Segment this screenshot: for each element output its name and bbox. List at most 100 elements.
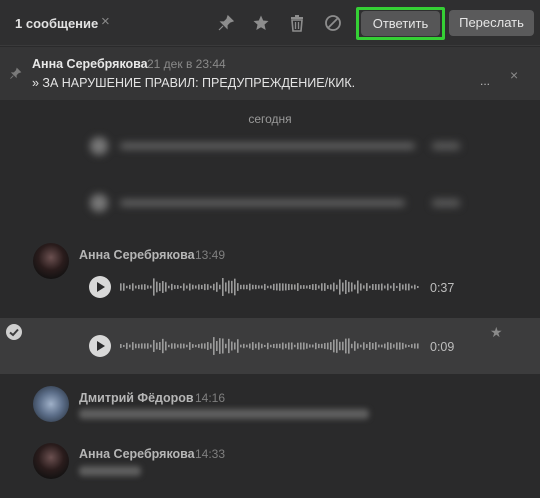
waveform-bar (222, 278, 224, 296)
voice-duration: 0:37 (430, 281, 455, 295)
waveform-bar (336, 284, 338, 290)
waveform-bar (174, 343, 176, 349)
waveform-bar (234, 342, 236, 350)
voice-duration: 0:09 (430, 340, 455, 354)
waveform-bar (282, 283, 284, 291)
waveform-bar (225, 282, 227, 292)
waveform-bar (366, 283, 368, 291)
waveform-bar (303, 285, 305, 289)
waveform-bar (339, 341, 341, 351)
waveform-bar (372, 343, 374, 349)
waveform-bar (396, 285, 398, 289)
waveform-bar (333, 339, 335, 353)
avatar[interactable] (33, 443, 69, 479)
waveform-bar (321, 283, 323, 291)
waveform-bar (414, 343, 416, 349)
reply-button[interactable]: Ответить (361, 11, 440, 36)
waveform-bar (165, 282, 167, 292)
trash-icon[interactable] (288, 14, 306, 32)
waveform-bar (315, 283, 317, 291)
waveform-bar (378, 344, 380, 348)
pinned-author[interactable]: Анна Серебрякова (32, 57, 148, 71)
waveform-bar (177, 344, 179, 348)
check-icon[interactable] (6, 324, 22, 340)
waveform-bar (243, 284, 245, 290)
waveform-bar (135, 285, 137, 289)
block-icon[interactable] (324, 14, 342, 32)
clear-selection-icon[interactable]: × (101, 14, 110, 30)
pinned-message[interactable] (0, 47, 540, 100)
play-button[interactable] (89, 276, 111, 298)
star-icon[interactable] (252, 14, 270, 32)
waveform-bar (168, 344, 170, 348)
waveform-bar (306, 285, 308, 289)
waveform-bar (300, 285, 302, 289)
pinned-date: 21 дек в 23:44 (147, 57, 226, 71)
waveform-bar (345, 280, 347, 294)
message-author[interactable]: Анна Серебрякова (79, 248, 195, 262)
waveform-bar (369, 342, 371, 350)
waveform-bar (162, 338, 164, 354)
waveform-bar (264, 283, 266, 291)
waveform-bar (405, 344, 407, 348)
waveform-bar (198, 284, 200, 290)
waveform-bar (183, 283, 185, 291)
waveform-bar (291, 342, 293, 350)
waveform-bar (219, 284, 221, 290)
waveform-bar (318, 285, 320, 289)
waveform-bar (216, 282, 218, 292)
waveform-bar (261, 343, 263, 349)
waveform-bar (267, 342, 269, 350)
unpin-close-icon[interactable]: × (510, 67, 518, 83)
waveform-bar (363, 285, 365, 289)
avatar[interactable] (33, 386, 69, 422)
waveform-bar (258, 285, 260, 289)
waveform-bar (171, 283, 173, 291)
message-author[interactable]: Дмитрий Фёдоров (79, 391, 194, 405)
waveform-bar (132, 283, 134, 291)
waveform-bar (321, 343, 323, 349)
waveform-bar (387, 283, 389, 291)
message-author[interactable]: Анна Серебрякова (79, 447, 195, 461)
waveform-bar (153, 278, 155, 296)
waveform-bar (201, 343, 203, 349)
waveform-bar (378, 284, 380, 290)
waveform-bar (210, 343, 212, 349)
pin-icon[interactable] (217, 14, 235, 32)
waveform-bar (120, 344, 122, 348)
voice-waveform[interactable] (120, 335, 420, 357)
waveform-bar (255, 343, 257, 349)
play-button[interactable] (89, 335, 111, 357)
waveform-bar (372, 284, 374, 290)
waveform-bar (264, 344, 266, 348)
pinned-text: » ЗА НАРУШЕНИЕ ПРАВИЛ: ПРЕДУПРЕЖДЕНИЕ/КИ… (32, 76, 356, 90)
favorite-star-icon[interactable]: ★ (490, 324, 503, 341)
waveform-bar (384, 343, 386, 349)
waveform-bar (336, 339, 338, 353)
waveform-bar (414, 284, 416, 290)
waveform-bar (303, 342, 305, 350)
waveform-bar (282, 342, 284, 350)
voice-waveform[interactable] (120, 276, 420, 298)
waveform-bar (315, 342, 317, 350)
blurred-voice-message (90, 137, 460, 155)
waveform-bar (405, 283, 407, 291)
waveform-bar (267, 285, 269, 289)
waveform-bar (366, 344, 368, 348)
waveform-bar (228, 338, 230, 354)
waveform-bar (135, 343, 137, 349)
waveform-bar (324, 343, 326, 349)
forward-button[interactable]: Переслать (449, 10, 534, 36)
waveform-bar (222, 338, 224, 354)
waveform-bar (195, 344, 197, 348)
waveform-bar (162, 281, 164, 293)
waveform-bar (258, 342, 260, 350)
message-time: 14:16 (195, 391, 226, 405)
avatar[interactable] (33, 243, 69, 279)
waveform-bar (408, 283, 410, 291)
waveform-bar (240, 344, 242, 348)
waveform-bar (243, 343, 245, 349)
waveform-bar (333, 282, 335, 292)
waveform-bar (330, 342, 332, 350)
waveform-bar (246, 284, 248, 290)
